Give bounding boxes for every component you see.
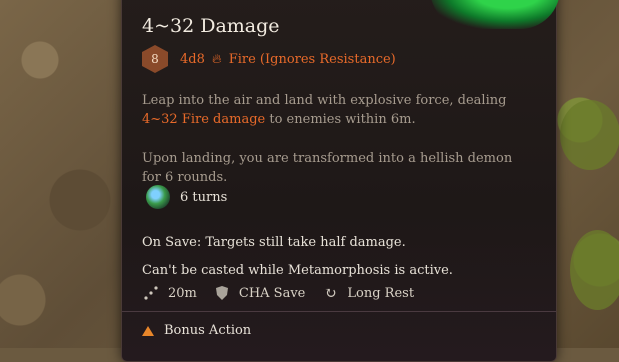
spell-art-icon: [430, 0, 560, 29]
demon-form-icon: [146, 185, 170, 209]
divider: [122, 311, 556, 312]
grass-patch: [560, 100, 619, 170]
dice-expression: 4d8: [180, 51, 205, 67]
range-stat: 20m: [142, 284, 197, 302]
range-icon: [142, 284, 160, 302]
description-paragraph: Leap into the air and land with explosiv…: [142, 91, 522, 129]
damage-type: Fire (Ignores Resistance): [228, 51, 396, 67]
d8-die-icon: 8: [142, 45, 168, 73]
action-type-label: Bonus Action: [164, 323, 252, 338]
description-text: to enemies within 6m.: [269, 112, 416, 127]
flame-icon: 🔥︎: [212, 51, 222, 67]
save-stat: CHA Save: [213, 284, 306, 302]
spell-stats: 20m CHA Save ↻ Long Rest: [142, 284, 430, 302]
damage-line: 4d8 🔥︎ Fire (Ignores Resistance): [180, 52, 396, 67]
shield-save-icon: [213, 284, 231, 302]
recharge-stat: ↻ Long Rest: [321, 284, 414, 302]
grass-patch: [570, 230, 619, 310]
on-save-text: On Save: Targets still take half damage.: [142, 235, 406, 250]
description-text: Leap into the air and land with explosiv…: [142, 93, 507, 108]
spell-tooltip: 4~32 Damage 8 4d8 🔥︎ Fire (Ignores Resis…: [121, 0, 560, 362]
restriction-text: Can't be casted while Metamorphosis is a…: [142, 263, 453, 278]
recharge-value: Long Rest: [347, 285, 415, 301]
save-value: CHA Save: [238, 285, 306, 301]
duration-text: 6 turns: [180, 189, 228, 205]
long-rest-icon: ↻: [324, 284, 337, 302]
bonus-action-triangle-icon: [142, 325, 154, 336]
damage-highlight: 4~32 Fire damage: [142, 112, 266, 127]
action-type-row: Bonus Action: [142, 323, 251, 338]
tooltip-title: 4~32 Damage: [142, 15, 280, 37]
duration-row: 6 turns: [146, 185, 227, 209]
transformation-paragraph: Upon landing, you are transformed into a…: [142, 151, 513, 185]
range-value: 20m: [168, 285, 197, 301]
damage-row: 8 4d8 🔥︎ Fire (Ignores Resistance): [142, 45, 396, 73]
